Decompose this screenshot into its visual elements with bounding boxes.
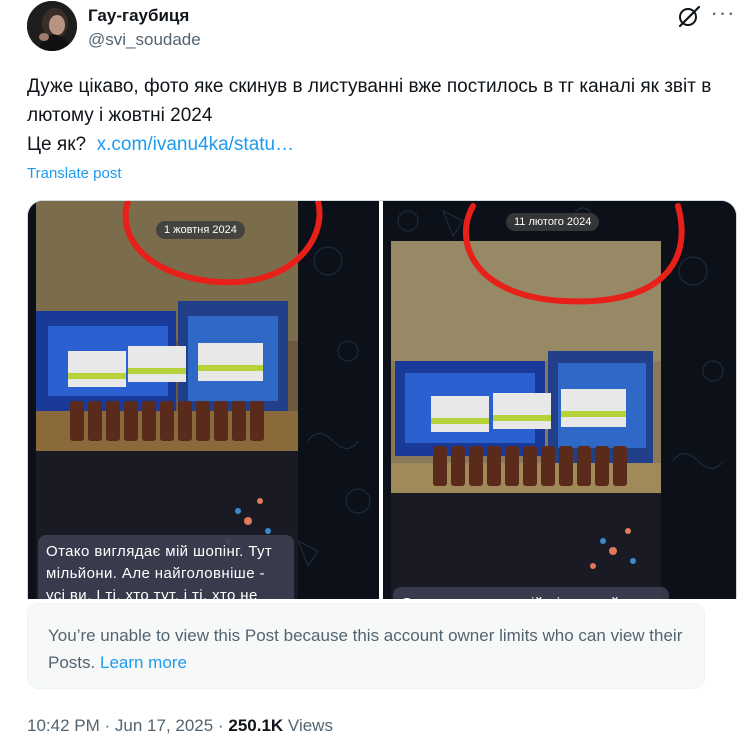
date-chip: 11 лютого 2024 (506, 213, 600, 231)
post-time[interactable]: 10:42 PM (27, 716, 100, 735)
post-text-line1: Дуже цікаво, фото яке скинув в листуванн… (27, 76, 712, 126)
image-caption: Отако виглядає мій різдвяний (393, 587, 669, 599)
avatar[interactable] (27, 1, 77, 51)
post-meta: 10:42 PM · Jun 17, 2025 · 250.1K Views (27, 716, 333, 736)
author-handle[interactable]: @svi_soudade (88, 30, 201, 50)
date-chip: 1 жовтня 2024 (156, 221, 245, 239)
separator: · (104, 716, 111, 735)
grok-icon[interactable] (676, 3, 702, 29)
translate-post-link[interactable]: Translate post (27, 165, 122, 182)
post-text-prefix: Це як? (27, 134, 87, 155)
author-display-name[interactable]: Гау-гаубиця (88, 6, 189, 26)
learn-more-link[interactable]: Learn more (100, 653, 187, 672)
restricted-notice: You’re unable to view this Post because … (27, 603, 705, 689)
separator: · (217, 716, 224, 735)
media-image-right[interactable]: 11 лютого 2024 Отако виглядає мій різдвя… (383, 201, 736, 599)
more-icon[interactable]: ··· (710, 2, 736, 26)
post-link[interactable]: x.com/ivanu4ka/statu… (97, 134, 294, 155)
post-date[interactable]: Jun 17, 2025 (115, 716, 213, 735)
post-media[interactable]: 1 жовтня 2024 Отако виглядає мій шопінг.… (27, 200, 737, 599)
post-text: Дуже цікаво, фото яке скинув в листуванн… (27, 72, 732, 159)
media-image-left[interactable]: 1 жовтня 2024 Отако виглядає мій шопінг.… (28, 201, 379, 599)
views-count[interactable]: 250.1K (228, 716, 283, 735)
views-label: Views (287, 716, 333, 735)
image-caption: Отако виглядає мій шопінг. Тут мільйони.… (38, 535, 294, 599)
post-text-line2: Це як? x.com/ivanu4ka/statu… (27, 130, 732, 159)
